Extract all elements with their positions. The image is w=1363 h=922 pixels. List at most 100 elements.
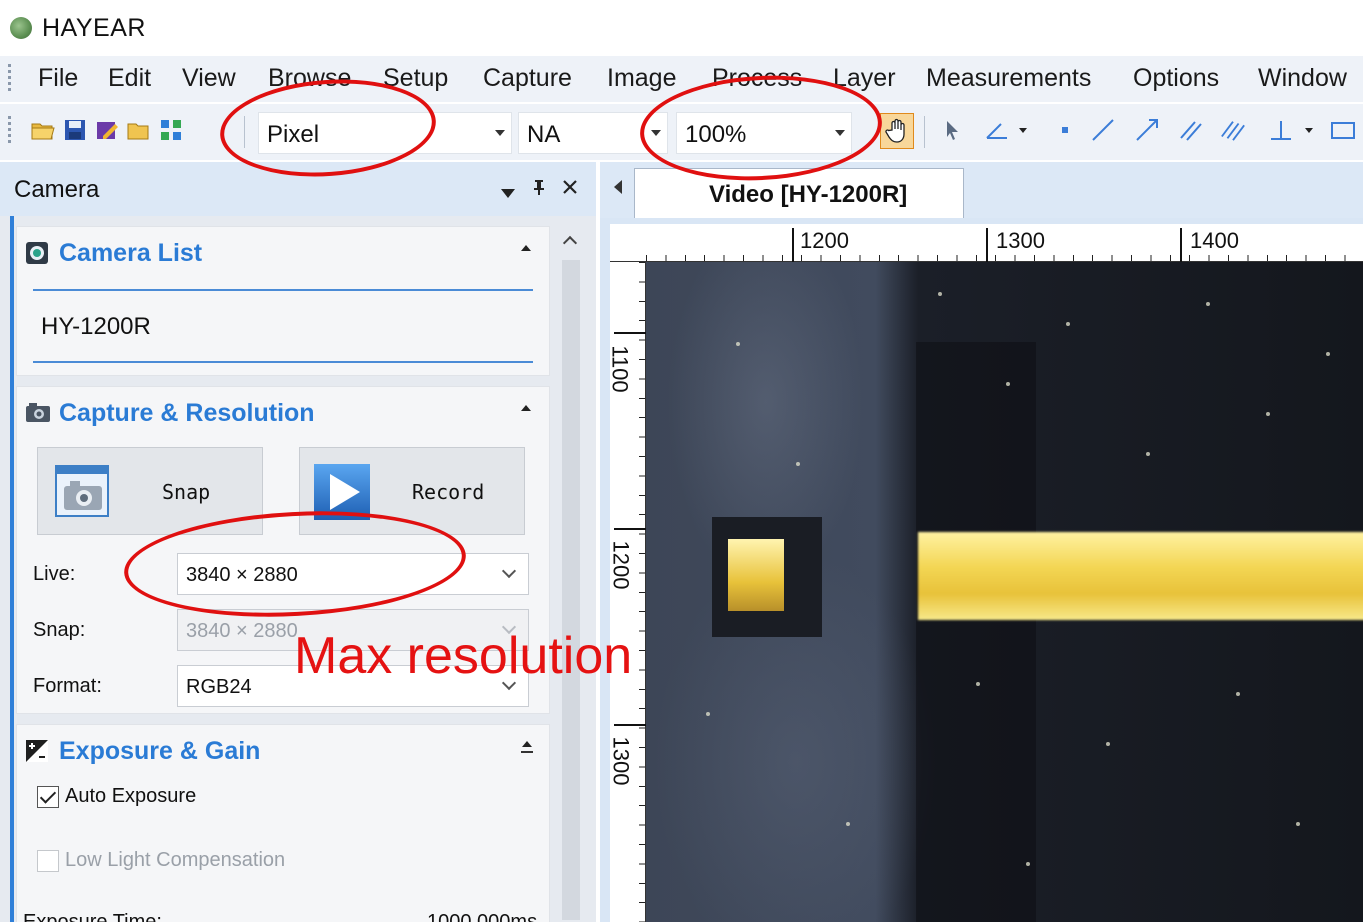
exposure-icon <box>25 739 51 763</box>
parallel-lines-tool-icon[interactable] <box>1178 117 1204 143</box>
image-speck <box>706 712 710 716</box>
snap-resolution-label: Snap: <box>33 619 86 641</box>
panel-menu-icon[interactable] <box>500 182 516 205</box>
panel-accent-border <box>10 216 14 922</box>
image-pad-highlight <box>728 539 784 611</box>
ruler-left-label: 1200 <box>608 540 634 590</box>
camera-list-header[interactable]: Camera List <box>17 227 549 279</box>
menu-view[interactable]: View <box>182 64 236 93</box>
scroll-track[interactable] <box>562 260 580 920</box>
arrow-line-tool-icon[interactable] <box>1134 117 1160 143</box>
ruler-left-label: 1300 <box>608 736 634 786</box>
divider <box>33 289 533 291</box>
camera-list-title: Camera List <box>59 239 203 267</box>
exposure-gain-title: Exposure & Gain <box>59 737 261 765</box>
open-folder-icon[interactable] <box>30 117 56 143</box>
ruler-left-label: 1100 <box>607 345 633 393</box>
image-speck <box>1326 352 1330 356</box>
menu-window[interactable]: Window <box>1258 64 1347 93</box>
edit-image-icon[interactable] <box>94 117 120 143</box>
image-speck <box>736 342 740 346</box>
image-shadow <box>916 342 1036 922</box>
camera-icon <box>25 401 51 425</box>
divider <box>33 361 533 363</box>
point-tool-icon[interactable] <box>1058 117 1072 143</box>
ruler-left: 1100 1200 1300 <box>607 262 646 922</box>
toolbar-grip-icon <box>8 116 12 146</box>
image-speck <box>938 292 942 296</box>
multi-parallel-tool-icon[interactable] <box>1220 117 1246 143</box>
capture-resolution-header[interactable]: Capture & Resolution <box>17 387 549 439</box>
checkbox-unchecked-icon[interactable] <box>37 849 59 872</box>
record-button-label: Record <box>412 480 485 504</box>
scroll-up-icon[interactable] <box>562 235 578 251</box>
rectangle-tool-icon[interactable] <box>1330 117 1356 143</box>
layout-icon[interactable] <box>158 117 184 143</box>
image-speck <box>796 462 800 466</box>
image-speck <box>846 822 850 826</box>
capture-resolution-title: Capture & Resolution <box>59 399 315 427</box>
image-speck <box>1026 862 1030 866</box>
ruler-minor-ticks <box>639 262 645 922</box>
pin-icon[interactable] <box>532 178 546 202</box>
auto-exposure-checkbox[interactable]: Auto Exposure <box>37 785 196 808</box>
image-speck <box>1206 302 1210 306</box>
menu-measurements[interactable]: Measurements <box>926 64 1091 93</box>
chevron-down-icon <box>501 563 517 579</box>
image-speck <box>1236 692 1240 696</box>
toolbar-separator <box>924 116 925 148</box>
low-light-label: Low Light Compensation <box>65 849 286 871</box>
snap-button-label: Snap <box>162 480 211 504</box>
line-tool-icon[interactable] <box>1090 117 1116 143</box>
camera-list-icon <box>25 241 51 265</box>
menu-file[interactable]: File <box>38 64 78 93</box>
image-speck <box>1296 822 1300 826</box>
camera-list-item[interactable]: HY-1200R <box>41 313 151 341</box>
exposure-gain-section: Exposure & Gain Auto Exposure Low Light … <box>16 724 550 922</box>
panel-scrollbar[interactable] <box>556 224 586 922</box>
hand-pan-icon[interactable] <box>880 113 914 149</box>
close-icon[interactable] <box>562 178 578 201</box>
menu-options[interactable]: Options <box>1133 64 1219 93</box>
app-logo-icon <box>10 17 32 39</box>
image-speck <box>1266 412 1270 416</box>
angle-tool-dropdown-icon[interactable] <box>1016 117 1030 143</box>
save-icon[interactable] <box>62 117 88 143</box>
title-bar: HAYEAR <box>0 0 1363 52</box>
annotation-text: Max resolution <box>294 627 633 685</box>
angle-tool-icon[interactable] <box>984 117 1010 143</box>
image-speck <box>976 682 980 686</box>
auto-exposure-label: Auto Exposure <box>65 785 197 807</box>
tab-scroll-left-icon[interactable] <box>614 180 622 194</box>
live-video-image[interactable] <box>646 262 1363 922</box>
ruler-top-label: 1400 <box>1190 228 1239 253</box>
format-value: RGB24 <box>186 676 252 698</box>
image-speck <box>1106 742 1110 746</box>
app-title: HAYEAR <box>42 14 146 42</box>
perpendicular-dropdown-icon[interactable] <box>1302 117 1316 143</box>
collapse-icon[interactable] <box>521 245 531 251</box>
menu-capture[interactable]: Capture <box>483 64 572 93</box>
exposure-gain-header[interactable]: Exposure & Gain <box>17 725 549 777</box>
menu-edit[interactable]: Edit <box>108 64 151 93</box>
snap-camera-icon <box>54 462 112 520</box>
image-speck <box>1146 452 1150 456</box>
perpendicular-tool-icon[interactable] <box>1268 117 1294 143</box>
checkbox-checked-icon[interactable] <box>37 785 59 808</box>
objective-combo-value: NA <box>527 121 561 148</box>
camera-panel-title: Camera <box>14 176 100 203</box>
live-label: Live: <box>33 563 76 585</box>
menu-grip-icon <box>8 64 12 94</box>
low-light-checkbox[interactable]: Low Light Compensation <box>37 849 285 872</box>
collapse-icon[interactable] <box>521 741 533 753</box>
tab-video-label: Video [HY-1200R] <box>709 181 908 208</box>
menu-image[interactable]: Image <box>607 64 676 93</box>
image-speck <box>1066 322 1070 326</box>
ruler-top: 1200 1300 1400 <box>610 224 1363 262</box>
snap-resolution-value: 3840 × 2880 <box>186 620 298 642</box>
ruler-minor-ticks <box>646 255 1363 261</box>
select-arrow-icon[interactable] <box>940 117 966 143</box>
collapse-icon[interactable] <box>521 405 531 411</box>
browse-folder-icon[interactable] <box>126 117 152 143</box>
exposure-time-value: 1000.000ms <box>427 911 538 922</box>
